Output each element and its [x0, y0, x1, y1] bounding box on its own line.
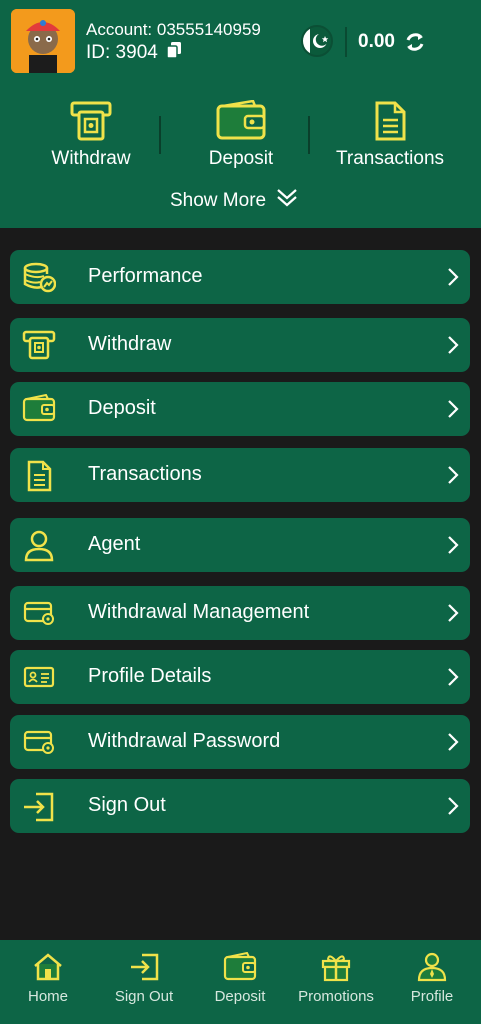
- account-header: Account: 03555140959 ID: 3904 0.00 Withd…: [0, 0, 481, 228]
- account-number: Account: 03555140959: [86, 20, 261, 39]
- nav-profile[interactable]: Profile: [384, 952, 480, 1012]
- nav-label: Profile: [410, 988, 454, 1005]
- nav-sign-out[interactable]: Sign Out: [96, 952, 192, 1012]
- atm-icon: [16, 100, 166, 142]
- menu-label: Agent: [88, 533, 141, 555]
- nav-label: Sign Out: [114, 988, 174, 1005]
- double-chevron-down-icon: [276, 188, 298, 214]
- menu-label: Deposit: [88, 397, 156, 419]
- pakistan-flag-icon: [301, 25, 333, 57]
- quick-withdraw-button[interactable]: Withdraw: [16, 100, 166, 180]
- chevron-right-icon: [446, 335, 460, 355]
- quick-deposit-label: Deposit: [208, 148, 274, 169]
- menu-label: Performance: [88, 265, 203, 287]
- chevron-right-icon: [446, 465, 460, 485]
- card-gear-icon: [22, 598, 56, 628]
- chevron-right-icon: [446, 667, 460, 687]
- wallet-icon: [22, 393, 56, 424]
- quick-deposit-button[interactable]: Deposit: [166, 99, 316, 180]
- menu-label: Withdraw: [88, 333, 172, 355]
- menu-label: Transactions: [88, 463, 202, 485]
- card-lock-icon: [22, 727, 56, 757]
- coins-chart-icon: [22, 262, 57, 293]
- divider: [345, 27, 347, 57]
- nav-label: Deposit: [214, 988, 266, 1005]
- menu-label: Withdrawal Password: [88, 730, 281, 752]
- menu-item-withdraw[interactable]: Withdraw: [10, 318, 470, 372]
- quick-transactions-label: Transactions: [335, 148, 445, 169]
- user-id-text: ID: 3904: [86, 42, 158, 63]
- nav-deposit[interactable]: Deposit: [192, 952, 288, 1012]
- chevron-right-icon: [446, 399, 460, 419]
- copy-icon[interactable]: [166, 41, 182, 65]
- document-icon: [22, 460, 56, 492]
- show-more-button[interactable]: Show More: [170, 188, 298, 214]
- user-id: ID: 3904: [86, 41, 182, 65]
- chevron-right-icon: [446, 603, 460, 623]
- wallet-icon: [192, 952, 288, 982]
- menu-item-sign-out[interactable]: Sign Out: [10, 779, 470, 833]
- menu-item-transactions[interactable]: Transactions: [10, 448, 470, 502]
- document-icon: [315, 100, 465, 142]
- chevron-right-icon: [446, 535, 460, 555]
- nav-label: Promotions: [298, 988, 374, 1005]
- quick-withdraw-label: Withdraw: [51, 148, 131, 169]
- nav-home[interactable]: Home: [0, 952, 96, 1012]
- balance-amount: 0.00: [358, 31, 395, 52]
- quick-transactions-button[interactable]: Transactions: [315, 100, 465, 180]
- nav-promotions[interactable]: Promotions: [288, 952, 384, 1012]
- chevron-right-icon: [446, 267, 460, 287]
- sign-out-icon: [22, 791, 56, 822]
- menu-item-profile-details[interactable]: Profile Details: [10, 650, 470, 704]
- gift-icon: [288, 952, 384, 982]
- show-more-label: Show More: [170, 190, 267, 211]
- chevron-right-icon: [446, 796, 460, 816]
- menu-item-deposit[interactable]: Deposit: [10, 382, 470, 436]
- id-card-icon: [22, 662, 56, 692]
- menu-label: Profile Details: [88, 665, 212, 687]
- atm-icon: [22, 330, 56, 360]
- wallet-icon: [166, 99, 316, 142]
- divider: [308, 116, 310, 154]
- refresh-icon[interactable]: [404, 31, 426, 53]
- bottom-navigation: Home Sign Out Deposit Promotions Profile: [0, 940, 481, 1024]
- menu-item-withdrawal-password[interactable]: Withdrawal Password: [10, 715, 470, 769]
- home-icon: [0, 952, 96, 982]
- divider: [159, 116, 161, 154]
- menu-item-withdrawal-management[interactable]: Withdrawal Management: [10, 586, 470, 640]
- profile-icon: [384, 952, 480, 982]
- avatar[interactable]: [11, 9, 75, 73]
- chevron-right-icon: [446, 732, 460, 752]
- menu-label: Withdrawal Management: [88, 601, 310, 623]
- sign-out-icon: [96, 952, 192, 982]
- menu-label: Sign Out: [88, 794, 166, 816]
- menu-item-performance[interactable]: Performance: [10, 250, 470, 304]
- nav-label: Home: [27, 988, 68, 1005]
- person-icon: [22, 530, 56, 562]
- menu-item-agent[interactable]: Agent: [10, 518, 470, 572]
